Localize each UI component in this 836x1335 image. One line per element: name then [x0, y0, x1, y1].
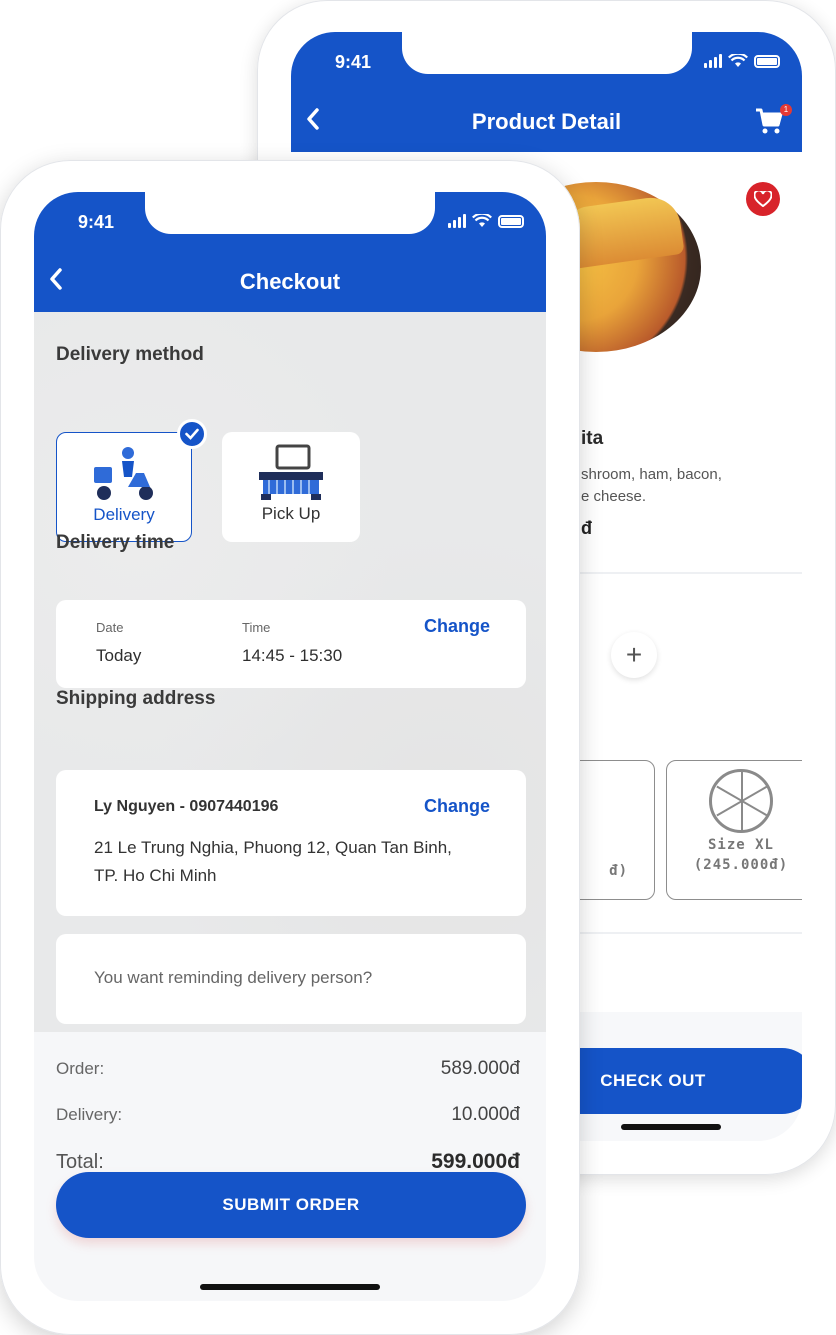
battery-icon: [498, 214, 524, 228]
chevron-left-icon: [307, 107, 319, 130]
delivery-value: 10.000đ: [451, 1104, 520, 1125]
back-button[interactable]: [305, 107, 321, 138]
change-address-link[interactable]: Change: [424, 796, 490, 817]
size-xl-option-card[interactable]: Size XL (245.000đ): [666, 760, 802, 900]
total-row: Total: 599.000đ: [56, 1150, 520, 1174]
home-indicator: [200, 1284, 380, 1290]
product-description: shroom, ham, bacon, e cheese.: [581, 464, 781, 508]
scooter-delivery-icon: [88, 443, 160, 503]
product-desc-line: shroom, ham, bacon,: [581, 466, 722, 483]
checkout-screen: 9:41 Checkout Delivery method Delivery P…: [34, 192, 546, 1301]
delivery-time-card: Date Today Time 14:45 - 15:30 Change: [56, 600, 526, 688]
heart-icon: [754, 191, 772, 207]
product-detail-navbar: Product Detail 1: [291, 102, 802, 142]
notch: [145, 192, 435, 234]
mockup-stage: 9:41 Product Detail 1 ita shroom, ham, b…: [0, 0, 836, 1335]
pickup-counter-icon: [255, 442, 327, 502]
status-icons: [448, 214, 524, 228]
status-time: 9:41: [78, 212, 115, 232]
time-value: 14:45 - 15:30: [242, 646, 343, 665]
submit-order-button[interactable]: SUBMIT ORDER: [56, 1172, 526, 1238]
date-label: Date: [96, 620, 124, 635]
cart-button[interactable]: 1: [754, 104, 792, 140]
remind-placeholder: You want reminding delivery person?: [94, 968, 373, 987]
date-value: Today: [96, 646, 142, 665]
checkout-phone: 9:41 Checkout Delivery method Delivery P…: [0, 160, 580, 1335]
delivery-label: Delivery:: [56, 1105, 123, 1124]
address-name: Ly Nguyen - 0907440196: [94, 798, 279, 815]
method-label: Pick Up: [261, 504, 321, 523]
page-title: Product Detail: [471, 109, 622, 134]
product-price: đ: [581, 518, 592, 538]
order-label: Order:: [56, 1059, 105, 1078]
wifi-icon: [472, 214, 492, 227]
checkout-navbar: Checkout: [34, 262, 546, 302]
signal-icon: [704, 54, 722, 68]
pickup-method-option[interactable]: Pick Up: [222, 432, 360, 542]
product-name: ita: [581, 428, 604, 449]
delivery-fee-row: Delivery: 10.000đ: [56, 1104, 520, 1126]
address-text: 21 Le Trung Nghia, Phuong 12, Quan Tan B…: [94, 834, 474, 890]
battery-icon: [754, 54, 780, 68]
favorite-button[interactable]: [746, 182, 780, 216]
signal-icon: [448, 214, 466, 228]
size-price: (245.000đ): [693, 857, 789, 873]
total-value: 599.000đ: [431, 1150, 520, 1173]
chevron-left-icon: [50, 267, 62, 290]
remind-delivery-field[interactable]: You want reminding delivery person?: [56, 934, 526, 1024]
order-value: 589.000đ: [440, 1058, 520, 1079]
shipping-address-card: Ly Nguyen - 0907440196 Change 21 Le Trun…: [56, 770, 526, 916]
time-label: Time: [242, 620, 271, 635]
status-time: 9:41: [335, 52, 372, 72]
product-desc-line: e cheese.: [581, 488, 647, 505]
delivery-method-option[interactable]: Delivery: [56, 419, 207, 542]
notch: [401, 32, 692, 74]
selected-check-icon: [177, 419, 207, 449]
size-label: Size XL: [707, 837, 774, 853]
product-detail-header: 9:41 Product Detail 1: [291, 32, 802, 152]
delivery-method-title: Delivery method: [56, 344, 204, 365]
checkout-header: 9:41 Checkout: [34, 192, 546, 312]
shipping-address-title: Shipping address: [56, 688, 216, 709]
cart-badge: 1: [780, 104, 792, 116]
home-indicator: [621, 1124, 721, 1130]
method-label: Delivery: [93, 505, 155, 524]
page-title: Checkout: [239, 269, 341, 294]
pizza-size-icon: [709, 769, 773, 833]
wifi-icon: [728, 54, 748, 67]
order-row: Order: 589.000đ: [56, 1058, 520, 1080]
back-button[interactable]: [48, 267, 64, 298]
total-label: Total:: [56, 1151, 104, 1173]
delivery-time-title: Delivery time: [56, 532, 175, 553]
address-line: TP. Ho Chi Minh: [94, 866, 217, 885]
size-price: đ): [609, 863, 628, 879]
change-time-link[interactable]: Change: [424, 616, 490, 637]
status-icons: [704, 54, 780, 68]
quantity-plus-button[interactable]: +: [611, 632, 657, 678]
address-line: 21 Le Trung Nghia, Phuong 12, Quan Tan B…: [94, 838, 452, 857]
